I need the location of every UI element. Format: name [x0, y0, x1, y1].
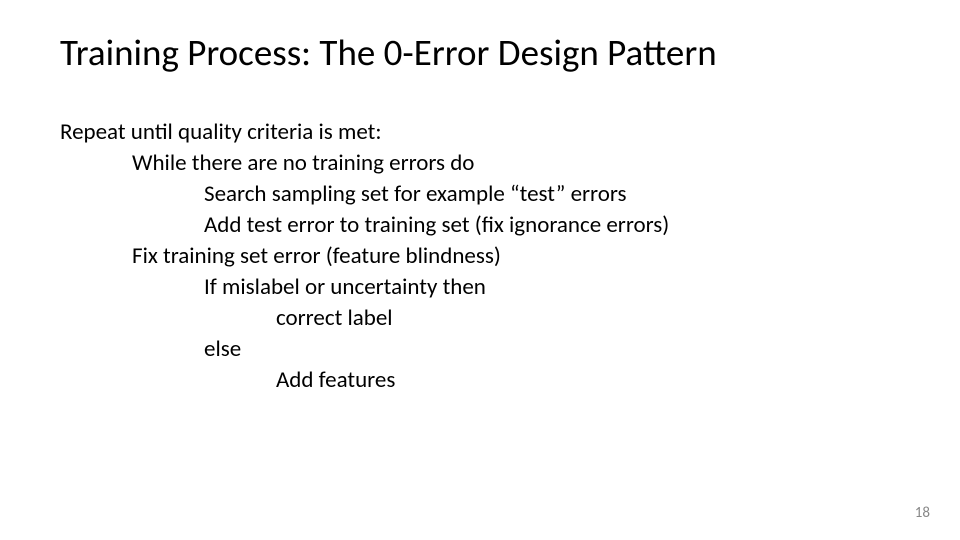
body-line: Add features	[60, 365, 900, 396]
body-line: correct label	[60, 303, 900, 334]
slide-body: Repeat until quality criteria is met: Wh…	[60, 117, 900, 396]
body-line: Repeat until quality criteria is met:	[60, 117, 900, 148]
page-number: 18	[915, 504, 930, 522]
slide-container: Training Process: The 0-Error Design Pat…	[0, 0, 960, 416]
body-line: else	[60, 334, 900, 365]
body-line: Add test error to training set (fix igno…	[60, 210, 900, 241]
slide-title: Training Process: The 0-Error Design Pat…	[60, 30, 900, 75]
body-line: If mislabel or uncertainty then	[60, 272, 900, 303]
body-line: While there are no training errors do	[60, 148, 900, 179]
body-line: Fix training set error (feature blindnes…	[60, 241, 900, 272]
body-line: Search sampling set for example “test” e…	[60, 179, 900, 210]
